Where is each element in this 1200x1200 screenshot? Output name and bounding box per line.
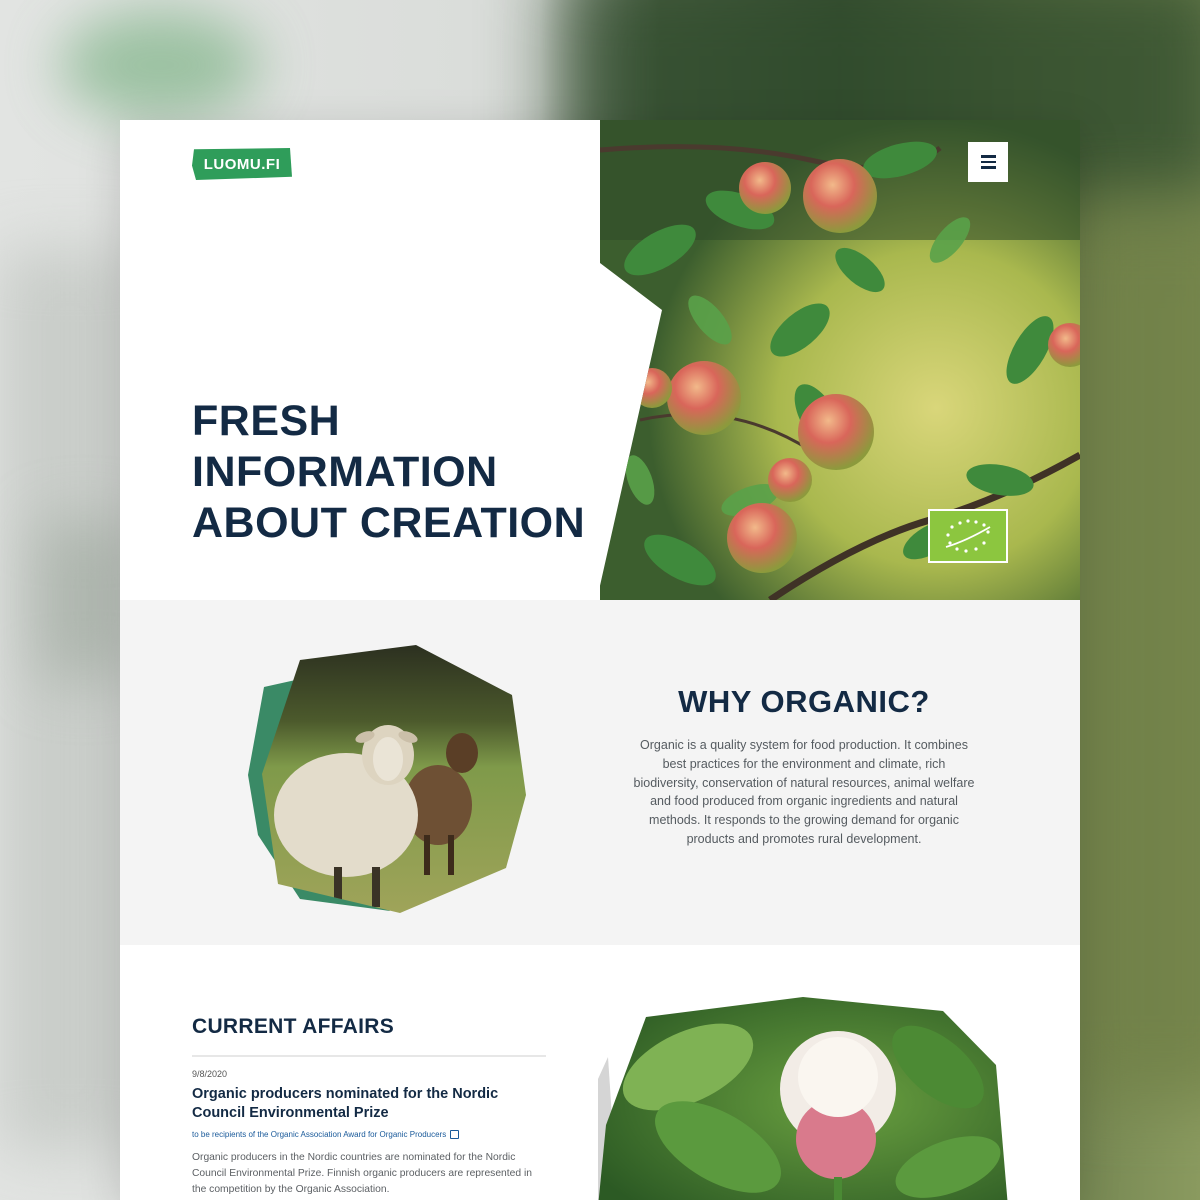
why-organic-heading: WHY ORGANIC? [678, 684, 930, 719]
why-organic-text: Organic is a quality system for food pro… [633, 738, 975, 846]
sheep-image [248, 645, 530, 917]
website-page: LUOMU.FI FRESH INFORMATION ABOUT CREATIO… [120, 120, 1080, 1200]
news-link-label: to be recipients of the Organic Associat… [192, 1130, 447, 1139]
news-external-link[interactable]: to be recipients of the Organic Associat… [192, 1130, 460, 1139]
site-logo[interactable]: LUOMU.FI [192, 148, 292, 180]
external-link-icon [450, 1130, 460, 1139]
news-date: 9/8/2020 [192, 1069, 228, 1079]
menu-button[interactable] [968, 142, 1008, 182]
hero-title: FRESH INFORMATION ABOUT CREATION [192, 397, 586, 547]
current-affairs-heading: CURRENT AFFAIRS [192, 1015, 395, 1038]
news-title-link[interactable]: Organic producers nominated for the Nord… [192, 1085, 532, 1123]
apple-tree-image [600, 120, 1080, 600]
hero-section: LUOMU.FI FRESH INFORMATION ABOUT CREATIO… [120, 120, 1080, 600]
eu-organic-leaf-icon [928, 509, 1008, 563]
divider [192, 1055, 546, 1057]
current-affairs-section: CURRENT AFFAIRS 9/8/2020 Organic produce… [120, 945, 1080, 1200]
clover-flower-image [598, 997, 1008, 1200]
why-organic-section: WHY ORGANIC? Organic is a quality system… [120, 600, 1080, 945]
hamburger-icon [980, 155, 996, 158]
news-excerpt: Organic producers in the Nordic countrie… [192, 1152, 532, 1195]
